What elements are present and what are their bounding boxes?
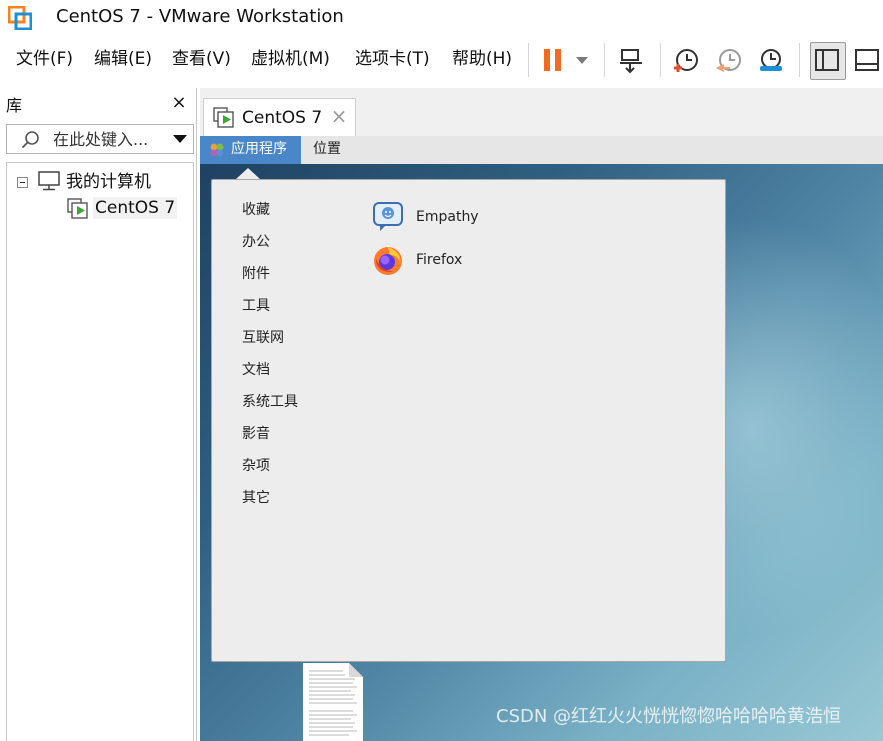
vm-running-icon [67,198,88,219]
gnome-foot-icon [210,143,224,157]
firefox-icon [374,247,402,275]
snapshot-icon [674,49,698,72]
tree-collapse-toggle[interactable] [17,177,28,188]
menu-tabs[interactable]: 选项卡(T) [355,48,430,70]
category-accessories[interactable]: 附件 [242,265,270,283]
library-header: 库 × [0,88,196,118]
toolbar-separator [604,43,605,77]
dropdown-arrow-icon [576,57,588,64]
desktop-document-icon[interactable] [303,663,363,741]
snapshot-manager-button[interactable] [753,42,787,78]
category-internet[interactable]: 互联网 [242,329,284,347]
vm-area: CentOS 7 × 应用程序 位置 收藏 办公 附件 工具 互联网 文档 系统… [200,88,883,741]
tree-item-centos[interactable]: CentOS 7 [65,193,179,221]
computer-icon [38,171,60,191]
tab-close-icon[interactable]: × [328,105,350,127]
library-layout-icon [815,49,839,71]
category-sundry[interactable]: 杂项 [242,457,270,475]
category-sound-video[interactable]: 影音 [242,425,270,443]
menu-file[interactable]: 文件(F) [16,48,73,70]
menu-edit[interactable]: 编辑(E) [94,48,152,70]
tab-label: CentOS 7 [242,108,323,128]
toolbar-separator [799,43,800,77]
menu-view[interactable]: 查看(V) [172,48,231,70]
watermark: CSDN @红红火火恍恍惚惚哈哈哈哈黄浩恒 [496,706,842,727]
app-firefox-label: Firefox [416,252,463,268]
library-title: 库 [6,96,23,115]
applications-dropdown: 收藏 办公 附件 工具 互联网 文档 系统工具 影音 杂项 其它 Empathy [211,179,726,662]
app-empathy-label: Empathy [416,209,479,225]
search-dropdown-icon[interactable] [173,133,187,145]
category-other[interactable]: 其它 [242,489,270,507]
search-icon [21,131,39,149]
revert-snapshot-icon [716,49,741,72]
library-tree: 我的计算机 CentOS 7 [6,162,194,741]
pause-button[interactable] [538,42,564,78]
tab-strip: CentOS 7 × [200,88,883,136]
console-layout-icon [855,49,879,71]
category-utilities[interactable]: 工具 [242,297,270,315]
window-title: CentOS 7 - VMware Workstation [56,6,344,27]
library-panel: 库 × 我的计算机 CentOS 7 [0,88,197,741]
places-menu-button[interactable]: 位置 [313,140,341,158]
library-search-input[interactable] [53,129,171,149]
pause-icon [544,49,561,71]
app-empathy[interactable]: Empathy [372,201,572,237]
app-firefox[interactable]: Firefox [372,244,572,280]
empathy-chat-icon [373,202,403,231]
tree-item-my-computer[interactable]: 我的计算机 [66,171,151,193]
toolbar-separator [660,43,661,77]
power-options-dropdown[interactable] [570,42,594,78]
snapshot-manager-icon [760,49,782,71]
category-documents[interactable]: 文档 [242,361,270,379]
library-search-box[interactable] [6,124,194,154]
applications-menu-button[interactable]: 应用程序 [200,136,301,164]
tab-centos[interactable]: CentOS 7 × [203,98,356,136]
applications-menu-label: 应用程序 [231,141,287,157]
toolbar-separator [528,43,529,77]
tree-item-label: CentOS 7 [93,197,178,219]
menu-help[interactable]: 帮助(H) [452,48,512,70]
category-system-tools[interactable]: 系统工具 [242,393,298,411]
take-snapshot-button[interactable] [668,42,702,78]
show-console-toggle[interactable] [850,42,883,78]
category-office[interactable]: 办公 [242,233,270,251]
library-close-button[interactable]: × [170,94,188,112]
send-ctrl-alt-del-button[interactable] [614,42,648,78]
title-bar: CentOS 7 - VMware Workstation [0,0,883,34]
vm-running-icon [213,107,234,128]
guest-screen[interactable]: 应用程序 位置 收藏 办公 附件 工具 互联网 文档 系统工具 影音 杂项 其它 [200,136,883,741]
menu-vm[interactable]: 虚拟机(M) [251,48,330,70]
send-ctrl-alt-del-icon [620,49,642,74]
category-favorites[interactable]: 收藏 [242,201,270,219]
vmware-logo-icon [7,5,33,31]
menu-toolbar: 文件(F) 编辑(E) 查看(V) 虚拟机(M) 选项卡(T) 帮助(H) [0,34,883,86]
gnome-top-panel: 应用程序 位置 [200,136,883,164]
revert-snapshot-button[interactable] [711,42,745,78]
show-library-toggle[interactable] [810,42,846,80]
